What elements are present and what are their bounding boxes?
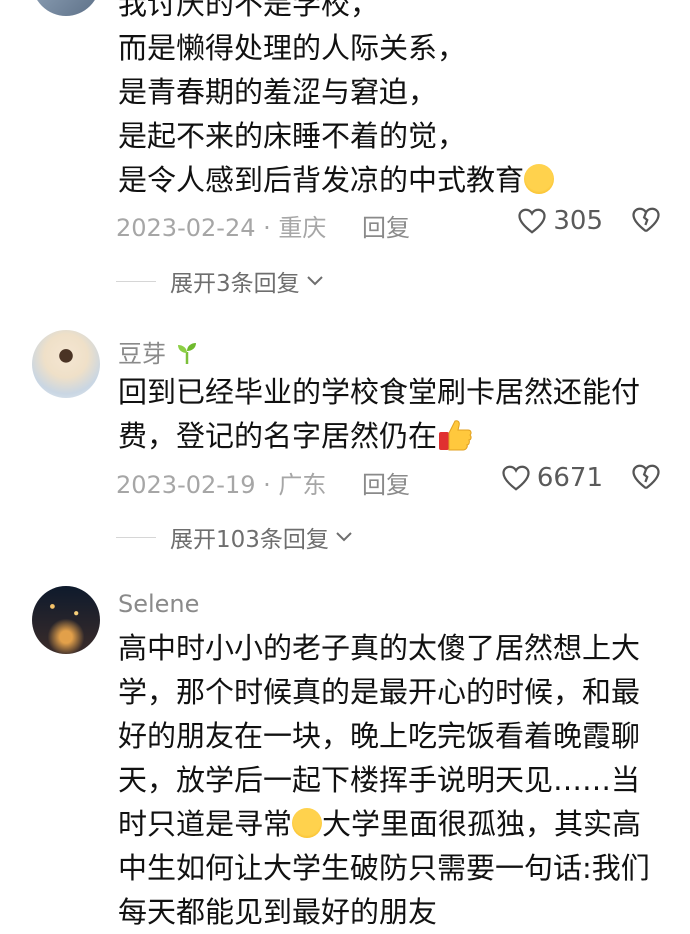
dislike-button[interactable] [631, 463, 661, 497]
comment-meta: 2023-02-24 · 重庆 回复 305 [116, 206, 661, 244]
chevron-down-icon [336, 532, 352, 542]
comment-line: 是起不来的床睡不着的觉， [118, 119, 467, 153]
like-button[interactable]: 305 [517, 206, 603, 236]
comment-line: 而是懒得处理的人际关系， [118, 31, 467, 65]
thumbs-up-emoji-icon [439, 420, 472, 451]
heart-outline-icon [502, 465, 530, 491]
like-button[interactable]: 6671 [501, 463, 603, 493]
crying-emoji-icon [292, 808, 323, 838]
comment-date-location: 2023-02-19 · 广东 [116, 471, 327, 499]
comment-line: 天，放学后一起下楼挥手说明天见……当 [118, 763, 641, 797]
divider [116, 536, 156, 538]
comment-line: 好的朋友在一块，晚上吃完饭看着晚霞聊 [118, 719, 641, 753]
chevron-down-icon [306, 276, 323, 286]
expand-replies-button[interactable]: 展开3条回复 [116, 264, 324, 298]
broken-heart-icon [632, 464, 660, 490]
username[interactable]: 豆芽 [118, 334, 200, 369]
like-count: 305 [553, 206, 603, 236]
broken-heart-icon [632, 207, 660, 233]
comment-line: 回到已经毕业的学校食堂刷卡居然还能付 [118, 375, 641, 409]
comment-line: 时只道是寻常 大学里面很孤独，其实高 [118, 807, 642, 841]
reply-button[interactable]: 回复 [362, 208, 410, 243]
avatar[interactable] [32, 330, 100, 398]
comment-line: 费，登记的名字居然仍在 [118, 414, 658, 458]
comment-meta: 2023-02-19 · 广东 回复 6671 [116, 463, 661, 501]
comment-line: 高中时小小的老子真的太傻了居然想上大 [118, 631, 641, 665]
divider [116, 280, 156, 282]
like-count: 6671 [536, 463, 603, 493]
comment-line: 是青春期的羞涩与窘迫， [118, 75, 438, 109]
heart-outline-icon [518, 208, 546, 234]
sprout-emoji-icon [177, 343, 196, 364]
avatar[interactable] [32, 0, 100, 16]
comment-text: 高中时小小的老子真的太傻了居然想上大 学，那个时候真的是最开心的时候，和最 好的… [118, 626, 658, 934]
comment-line: 学，那个时候真的是最开心的时候，和最 [118, 675, 641, 709]
comment-line: 是令人感到后背发凉的中式教育 [118, 158, 658, 202]
comment-date-location: 2023-02-24 · 重庆 [116, 214, 327, 242]
comment-line: 每天都能见到最好的朋友 [118, 895, 438, 929]
crying-emoji-icon [524, 164, 555, 194]
comment-line: 中生如何让大学生破防只需要一句话:我们 [118, 851, 650, 885]
comment-text: 回到已经毕业的学校食堂刷卡居然还能付 费，登记的名字居然仍在 [118, 370, 658, 458]
username[interactable]: Selene [118, 590, 199, 618]
dislike-button[interactable] [631, 206, 661, 240]
expand-replies-button[interactable]: 展开103条回复 [116, 520, 353, 554]
comment-line: 我讨厌的不是学校， [118, 0, 380, 21]
reply-button[interactable]: 回复 [362, 465, 410, 500]
comment-text: 我讨厌的不是学校， 而是懒得处理的人际关系， 是青春期的羞涩与窘迫， 是起不来的… [118, 0, 658, 202]
avatar[interactable] [32, 586, 100, 654]
